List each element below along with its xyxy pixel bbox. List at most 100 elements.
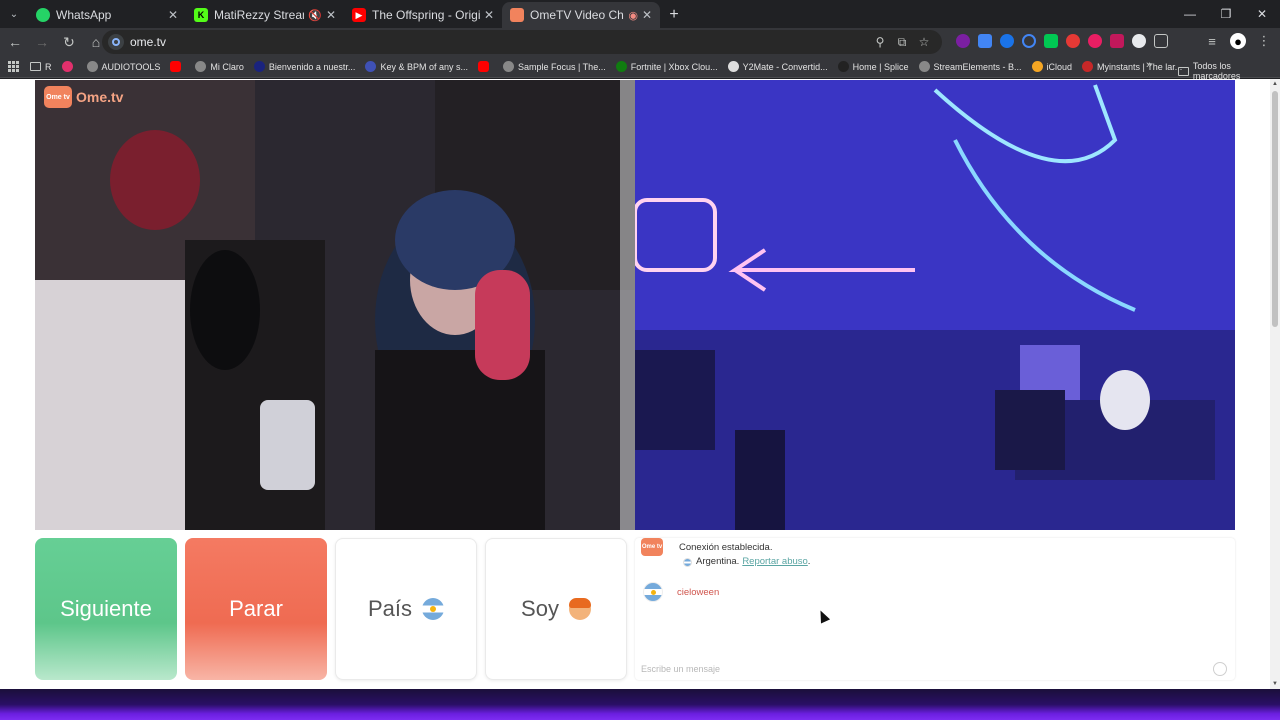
extension-icon[interactable] (1022, 34, 1036, 48)
report-abuse-link[interactable]: Reportar abuso (742, 555, 807, 569)
bookmark-item[interactable]: StreamElements - B... (918, 61, 1022, 72)
media-controls-icon[interactable]: ≡ (1204, 32, 1220, 50)
toolbar-right: ≡ ● ⋮ (1204, 32, 1272, 50)
bookmark-label: Sample Focus | The... (517, 61, 606, 72)
country-selector-button[interactable]: País (335, 538, 477, 680)
url-text[interactable]: ome.tv (130, 35, 166, 49)
bookmark-item[interactable]: Y2Mate - Convertid... (727, 61, 828, 72)
all-bookmarks-label: Todos los marcadores (1192, 61, 1241, 81)
close-window-icon[interactable]: ✕ (1244, 0, 1280, 28)
gender-selector-button[interactable]: Soy (485, 538, 627, 680)
globe-icon (86, 61, 98, 72)
apps-icon[interactable] (8, 60, 20, 73)
globe-icon (195, 61, 207, 72)
tab-ometv[interactable]: OmeTV Video Chat — Onv ◉ ✕ (502, 2, 660, 28)
close-icon[interactable]: ✕ (168, 8, 178, 22)
kick-icon: K (194, 8, 208, 22)
ometv-icon (510, 8, 524, 22)
globe-icon (918, 61, 930, 72)
bookmark-item[interactable]: Myinstants | The lar... (1082, 61, 1182, 72)
tab-title: The Offspring - Original Pranks (372, 8, 480, 22)
minimize-icon[interactable]: — (1172, 0, 1208, 28)
bookmark-item[interactable]: Key & BPM of any s... (365, 61, 468, 72)
message-input[interactable]: Escribe un mensaje (641, 664, 720, 674)
menu-icon[interactable]: ⋮ (1256, 32, 1272, 50)
bookmark-item[interactable]: Home | Splice (837, 61, 909, 72)
bookmark-label: Myinstants | The lar... (1097, 61, 1183, 72)
profile-avatar[interactable]: ● (1230, 33, 1246, 49)
connection-status: Conexión establecida. (679, 542, 773, 553)
install-app-icon[interactable]: ⧉ (894, 34, 910, 50)
tab-offspring[interactable]: ▶ The Offspring - Original Pranks ✕ (344, 2, 502, 28)
tab-matirezzy[interactable]: K MatiRezzy Stream - Watch L 🔇 ✕ (186, 2, 344, 28)
extensions-bar (956, 34, 1168, 48)
extension-icon[interactable] (956, 34, 970, 48)
more-bookmarks-icon[interactable]: » (1146, 59, 1152, 71)
country-button-label: País (367, 596, 413, 621)
bookmark-label: Y2Mate - Convertid... (742, 61, 828, 72)
ometv-chat-icon: Ome tv (641, 538, 663, 556)
user-flag-icon (643, 582, 663, 602)
tab-title: OmeTV Video Chat — Onv (530, 8, 624, 22)
page-scrollbar[interactable]: ▲ ▼ (1270, 79, 1280, 689)
scroll-up-icon[interactable]: ▲ (1272, 81, 1278, 87)
bookmark-label: Home | Splice (852, 61, 909, 72)
argentina-flag-icon (683, 557, 692, 567)
all-bookmarks-folder[interactable]: Todos los marcadores (1178, 61, 1280, 81)
ometv-logo[interactable]: Ome tv Ome.tv (44, 86, 123, 108)
address-bar[interactable]: ome.tv ⚲ ⧉ ☆ (102, 30, 942, 54)
extension-icon[interactable] (1088, 34, 1102, 48)
scrollbar-thumb[interactable] (1272, 91, 1278, 327)
logo-text: Ome.tv (76, 89, 124, 105)
system-message-row: Ome tv Conexión establecida. Argentina. … (641, 538, 810, 569)
emoji-picker-icon[interactable] (1213, 662, 1227, 676)
extension-icon[interactable] (1000, 34, 1014, 48)
bookmark-item[interactable]: Sample Focus | The... (502, 61, 606, 72)
close-icon[interactable]: ✕ (642, 8, 652, 22)
scroll-down-icon[interactable]: ▼ (1272, 681, 1278, 687)
bookmark-item[interactable]: AUDIOTOOLS (86, 61, 160, 72)
remote-video (635, 80, 1235, 530)
tab-whatsapp[interactable]: WhatsApp ✕ (28, 2, 186, 28)
extension-icon[interactable] (1066, 34, 1080, 48)
extension-icon[interactable] (1044, 34, 1058, 48)
close-icon[interactable]: ✕ (326, 8, 336, 22)
reload-icon[interactable]: ↻ (57, 30, 81, 54)
translate-icon[interactable] (978, 34, 992, 48)
bookmark-item[interactable]: R (30, 62, 52, 72)
bookmark-item[interactable]: Mi Claro (195, 61, 244, 72)
bookmark-star-icon[interactable]: ☆ (916, 34, 932, 50)
bookmark-item[interactable]: iCloud (1031, 61, 1072, 72)
puzzle-icon[interactable] (1154, 34, 1168, 48)
bookmark-favicon (365, 61, 377, 72)
whatsapp-icon (36, 8, 50, 22)
stop-button[interactable]: Parar (185, 538, 327, 680)
muted-icon[interactable]: 🔇 (308, 9, 322, 22)
bookmark-item[interactable] (170, 61, 185, 72)
close-icon[interactable]: ✕ (484, 8, 494, 22)
tab-search-button[interactable]: ⌄ (0, 0, 28, 28)
window-controls: — ❐ ✕ (1172, 0, 1280, 28)
bookmark-item[interactable] (61, 61, 77, 72)
tab-title: WhatsApp (56, 8, 112, 22)
new-tab-button[interactable]: + (660, 2, 688, 28)
zoom-icon[interactable]: ⚲ (872, 34, 888, 50)
extension-icon[interactable] (1110, 34, 1124, 48)
user-message: cieloween (677, 586, 720, 598)
remote-video-scene (635, 80, 1235, 530)
ometv-logo-icon: Ome tv (44, 86, 72, 108)
site-info-icon[interactable] (108, 34, 124, 50)
bookmark-item[interactable]: Fortnite | Xbox Clou... (615, 61, 718, 72)
recording-icon: ◉ (628, 9, 638, 22)
bookmark-label: Fortnite | Xbox Clou... (630, 61, 718, 72)
bookmark-item[interactable]: Bienvenido a nuestr... (253, 61, 356, 72)
bookmarks-bar: R AUDIOTOOLS Mi Claro Bienvenido a nuest… (0, 56, 1280, 81)
bookmark-item[interactable] (477, 61, 493, 72)
back-icon[interactable]: ← (3, 30, 27, 54)
next-button[interactable]: Siguiente (35, 538, 177, 680)
bookmark-label: Bienvenido a nuestr... (268, 61, 356, 72)
chat-panel: Ome tv Conexión establecida. Argentina. … (635, 538, 1235, 680)
extension-icon[interactable] (1132, 34, 1146, 48)
forward-icon[interactable]: → (30, 30, 54, 54)
maximize-icon[interactable]: ❐ (1208, 0, 1244, 28)
